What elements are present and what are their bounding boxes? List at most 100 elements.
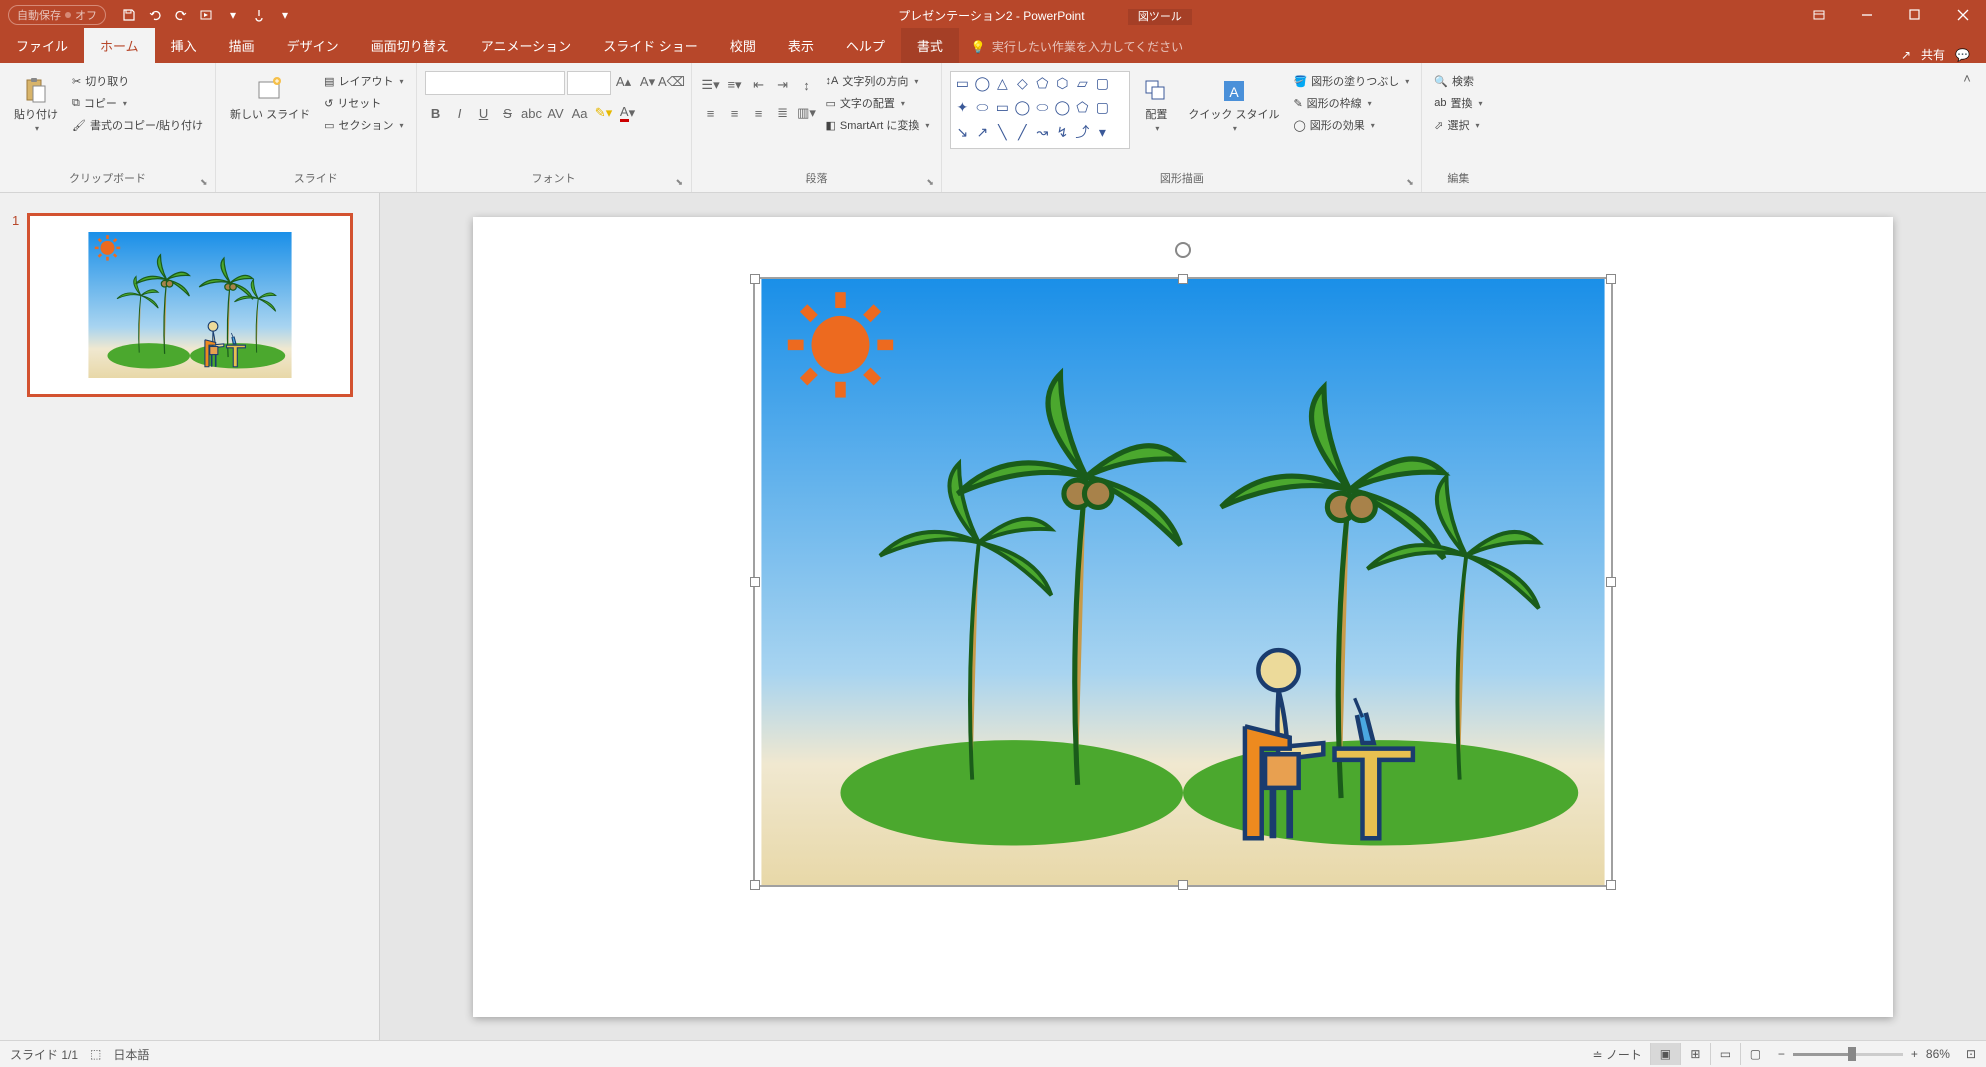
strike-button[interactable]: S (497, 102, 519, 124)
font-size-input[interactable] (567, 71, 611, 95)
zoom-in-button[interactable]: + (1911, 1047, 1918, 1061)
ribbon-display-options-icon[interactable] (1796, 0, 1842, 30)
italic-button[interactable]: I (449, 102, 471, 124)
font-name-input[interactable] (425, 71, 565, 95)
spellcheck-icon[interactable]: ⬚ (90, 1047, 101, 1061)
resize-handle[interactable] (1606, 274, 1616, 284)
copy-button[interactable]: ⧉コピー▾ (68, 93, 207, 113)
select-button[interactable]: ⬀選択▾ (1430, 115, 1486, 135)
rotate-handle-icon[interactable] (1174, 241, 1192, 259)
resize-handle[interactable] (1178, 880, 1188, 890)
font-color-button[interactable]: A▾ (617, 102, 639, 124)
decrease-font-icon[interactable]: A▾ (637, 71, 659, 93)
paste-button[interactable]: 貼り付け▾ (8, 71, 64, 139)
tab-insert[interactable]: 挿入 (155, 28, 213, 63)
zoom-out-button[interactable]: − (1778, 1047, 1785, 1061)
sorter-view-icon[interactable]: ⊞ (1680, 1043, 1710, 1065)
quick-styles-button[interactable]: A クイック スタイル▾ (1182, 71, 1285, 139)
highlight-button[interactable]: ✎▾ (593, 102, 615, 124)
thumbnail-panel[interactable]: 1 (0, 193, 380, 1040)
bullets-button[interactable]: ☰▾ (700, 74, 722, 96)
reading-view-icon[interactable]: ▭ (1710, 1043, 1740, 1065)
resize-handle[interactable] (1606, 880, 1616, 890)
slide-thumbnail[interactable] (27, 213, 353, 397)
tab-review[interactable]: 校閲 (714, 28, 772, 63)
notes-button[interactable]: ≐ ノート (1592, 1046, 1641, 1063)
increase-font-icon[interactable]: A▴ (613, 71, 635, 93)
increase-indent-button[interactable]: ⇥ (772, 74, 794, 96)
minimize-icon[interactable] (1844, 0, 1890, 30)
dialog-launcher-icon[interactable]: ⬊ (1406, 177, 1418, 189)
cut-button[interactable]: ✂切り取り (68, 71, 207, 91)
tab-help[interactable]: ヘルプ (830, 28, 901, 63)
shapes-gallery[interactable]: ▭◯△◇⬠⬡▱▢ ✦⬭▭◯⬭◯⬠▢ ↘↗╲╱↝↯⤴▾ (950, 71, 1130, 149)
share-button[interactable]: 共有 (1921, 46, 1945, 63)
numbering-button[interactable]: ≡▾ (724, 74, 746, 96)
shape-fill-button[interactable]: 🪣図形の塗りつぶし▾ (1289, 71, 1413, 91)
replace-button[interactable]: ab置換▾ (1430, 93, 1486, 113)
align-center-button[interactable]: ≡ (724, 102, 746, 124)
line-spacing-button[interactable]: ↕ (796, 74, 818, 96)
decrease-indent-button[interactable]: ⇤ (748, 74, 770, 96)
normal-view-icon[interactable]: ▣ (1650, 1043, 1680, 1065)
share-icon[interactable]: ↗ (1901, 48, 1911, 62)
underline-button[interactable]: U (473, 102, 495, 124)
tab-home[interactable]: ホーム (84, 28, 155, 63)
align-left-button[interactable]: ≡ (700, 102, 722, 124)
tab-design[interactable]: デザイン (271, 28, 355, 63)
qat-more-icon[interactable]: ▾ (224, 6, 242, 24)
new-slide-button[interactable]: 新しい スライド (224, 71, 316, 126)
section-button[interactable]: ▭セクション▾ (320, 115, 407, 135)
tell-me-search[interactable]: 💡 実行したい作業を入力してください (959, 30, 1901, 63)
autosave-toggle[interactable]: 自動保存オフ (8, 5, 106, 25)
touch-mode-icon[interactable] (250, 6, 268, 24)
tab-draw[interactable]: 描画 (213, 28, 271, 63)
shape-effects-button[interactable]: ◯図形の効果▾ (1289, 115, 1413, 135)
tab-format[interactable]: 書式 (901, 28, 959, 63)
dialog-launcher-icon[interactable]: ⬊ (676, 177, 688, 189)
save-icon[interactable] (120, 6, 138, 24)
tab-file[interactable]: ファイル (0, 28, 84, 63)
reset-button[interactable]: ↺リセット (320, 93, 407, 113)
resize-handle[interactable] (750, 577, 760, 587)
resize-handle[interactable] (1606, 577, 1616, 587)
tab-animations[interactable]: アニメーション (465, 28, 587, 63)
selected-image[interactable] (753, 277, 1613, 887)
close-icon[interactable] (1940, 0, 1986, 30)
change-case-button[interactable]: Aa (569, 102, 591, 124)
format-painter-button[interactable]: 🖌書式のコピー/貼り付け (68, 115, 207, 135)
tab-slideshow[interactable]: スライド ショー (587, 28, 714, 63)
shadow-button[interactable]: abc (521, 102, 543, 124)
slide-indicator[interactable]: スライド 1/1 (10, 1046, 78, 1063)
dialog-launcher-icon[interactable]: ⬊ (926, 177, 938, 189)
dialog-launcher-icon[interactable]: ⬊ (200, 177, 212, 189)
tab-view[interactable]: 表示 (772, 28, 830, 63)
align-right-button[interactable]: ≡ (748, 102, 770, 124)
justify-button[interactable]: ≣ (772, 102, 794, 124)
slide-editor[interactable] (380, 193, 1986, 1040)
slideshow-view-icon[interactable]: ▢ (1740, 1043, 1770, 1065)
zoom-level[interactable]: 86% (1926, 1047, 1950, 1061)
collapse-ribbon-icon[interactable]: ˄ (1956, 67, 1978, 89)
bold-button[interactable]: B (425, 102, 447, 124)
find-button[interactable]: 🔍検索 (1430, 71, 1486, 91)
fit-to-window-icon[interactable]: ⊡ (1966, 1047, 1976, 1061)
char-spacing-button[interactable]: AV (545, 102, 567, 124)
qat-customize-icon[interactable]: ▾ (276, 6, 294, 24)
columns-button[interactable]: ▥▾ (796, 102, 818, 124)
zoom-slider[interactable] (1793, 1053, 1903, 1056)
resize-handle[interactable] (1178, 274, 1188, 284)
language-indicator[interactable]: 日本語 (113, 1046, 149, 1063)
tab-transitions[interactable]: 画面切り替え (355, 28, 465, 63)
comments-icon[interactable]: 💬 (1955, 48, 1970, 62)
resize-handle[interactable] (750, 880, 760, 890)
resize-handle[interactable] (750, 274, 760, 284)
layout-button[interactable]: ▤レイアウト▾ (320, 71, 407, 91)
undo-icon[interactable] (146, 6, 164, 24)
maximize-icon[interactable] (1892, 0, 1938, 30)
clear-format-icon[interactable]: A⌫ (661, 71, 683, 93)
shape-outline-button[interactable]: ✎図形の枠線▾ (1289, 93, 1413, 113)
start-from-beginning-icon[interactable] (198, 6, 216, 24)
slide-canvas[interactable] (473, 217, 1893, 1017)
arrange-button[interactable]: 配置▾ (1134, 71, 1178, 139)
